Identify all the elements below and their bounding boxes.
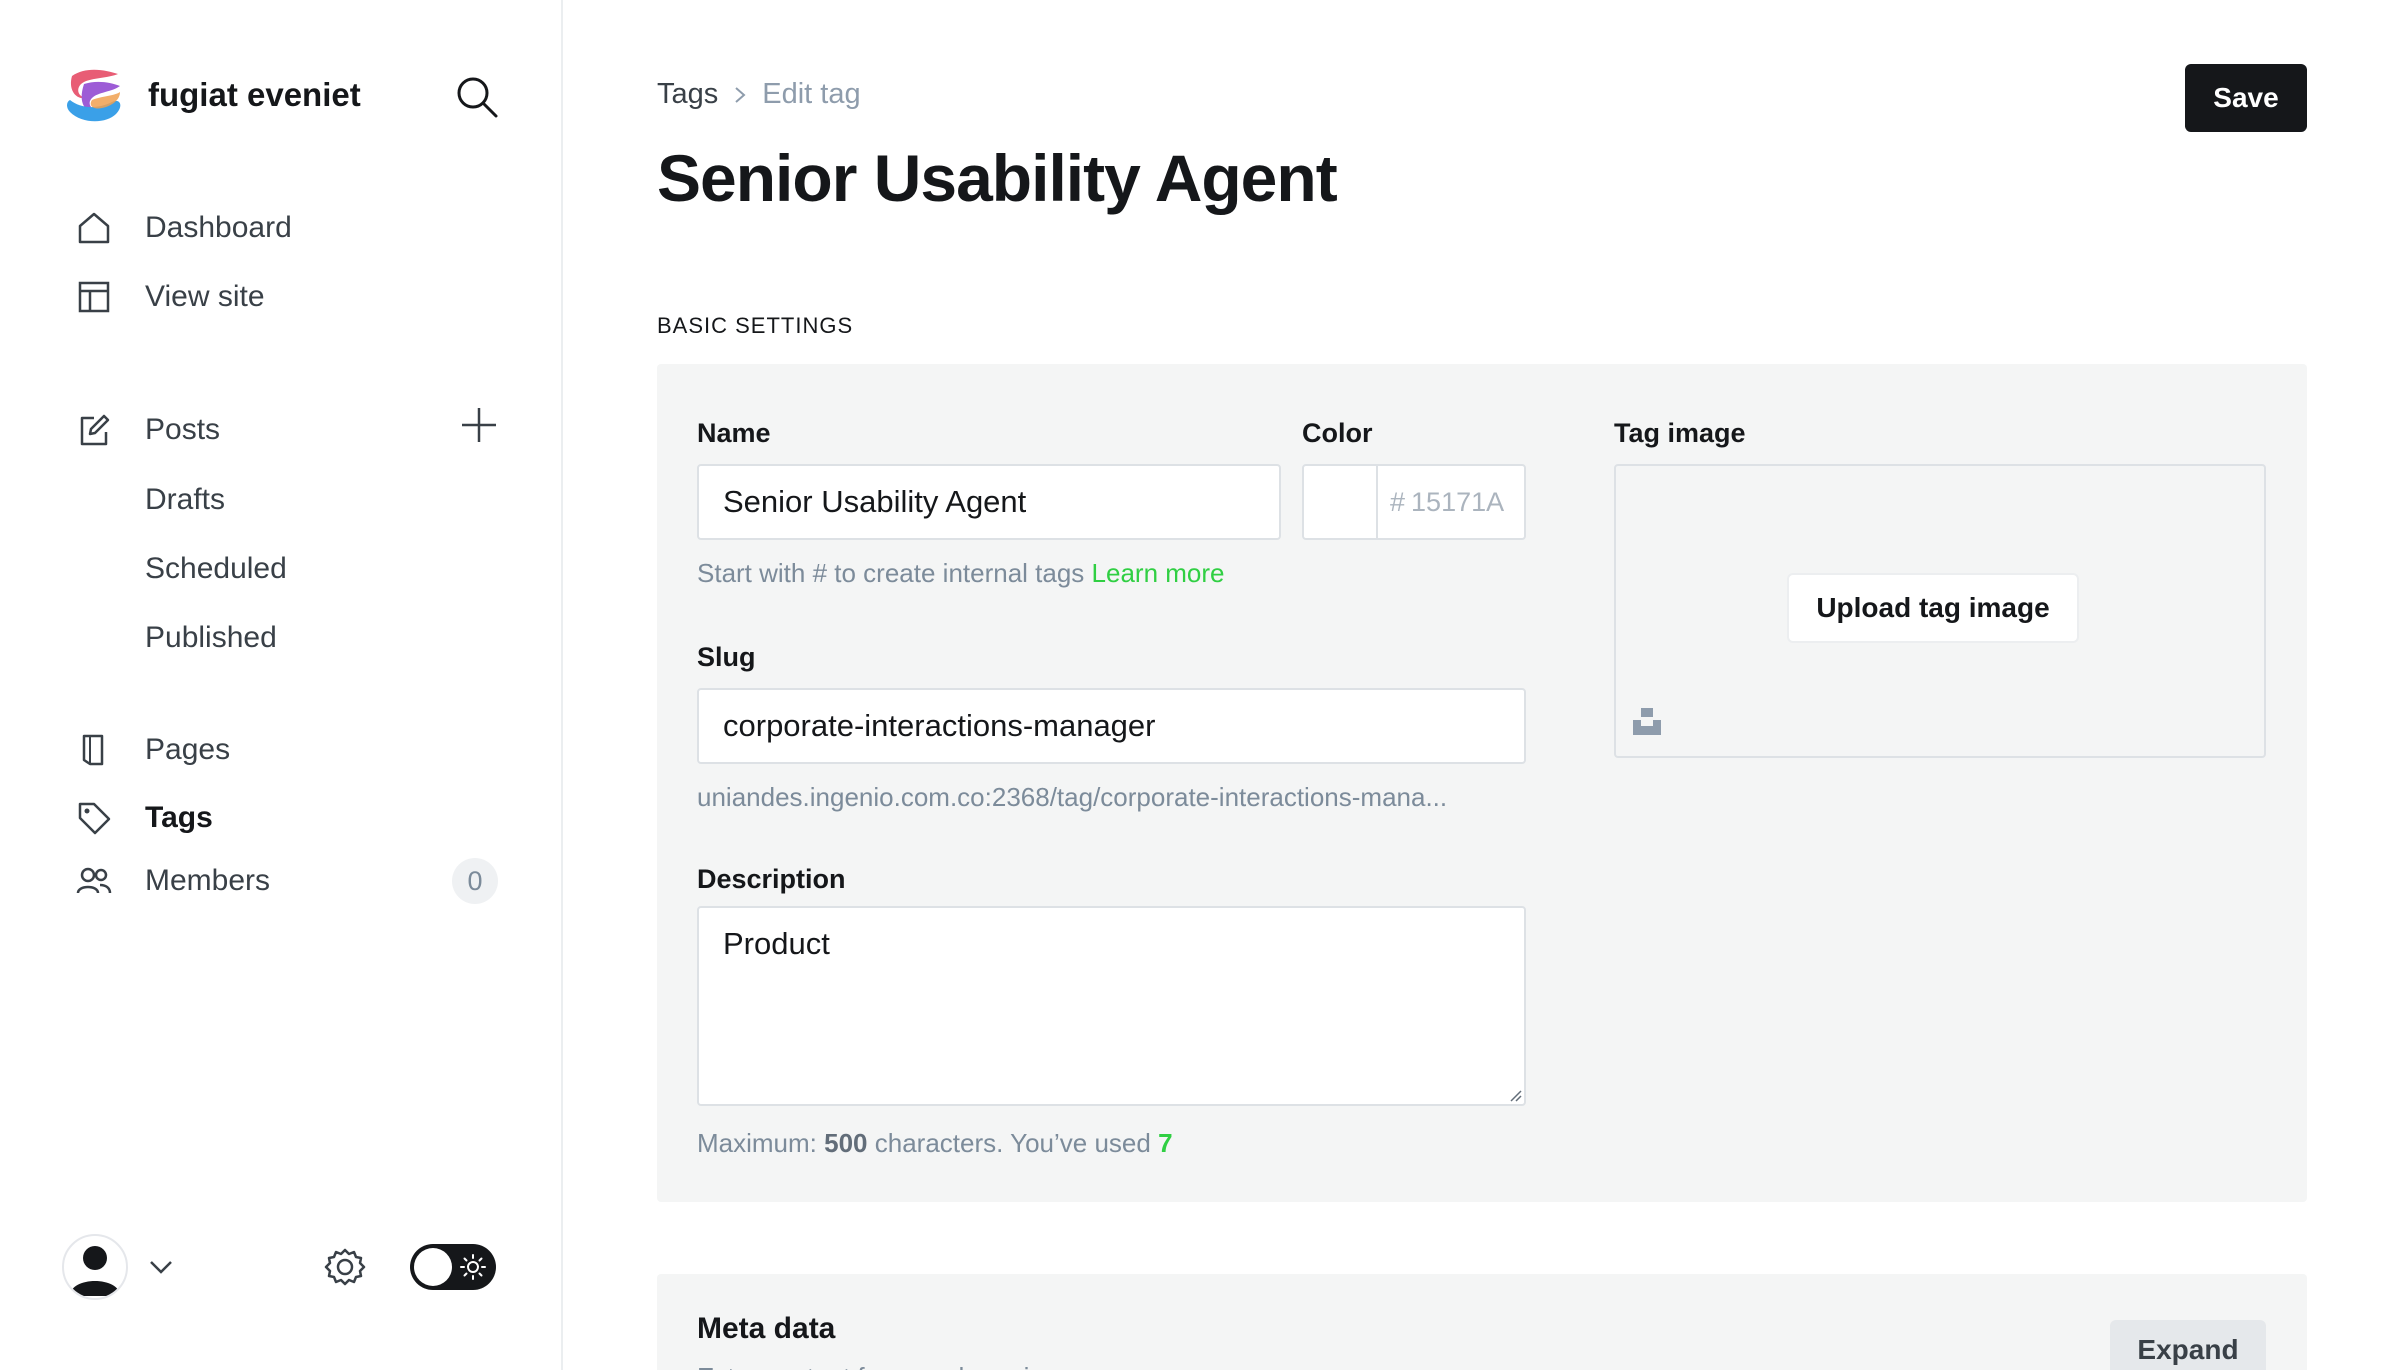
sun-icon (460, 1254, 486, 1280)
gear-icon[interactable] (322, 1244, 368, 1290)
slug-input[interactable]: corporate-interactions-manager (697, 688, 1526, 764)
color-label: Color (1302, 418, 1373, 448)
description-hint: Maximum: 500 characters. You’ve used 7 (697, 1128, 1173, 1159)
color-swatch[interactable] (1304, 466, 1378, 538)
name-hint: Start with # to create internal tags Lea… (697, 558, 1225, 589)
sidebar-item-label: Dashboard (145, 211, 292, 244)
meta-data-subtitle: Extra content for search engines (697, 1362, 1071, 1370)
user-avatar-icon (70, 1246, 120, 1296)
search-icon[interactable] (454, 74, 500, 120)
name-label: Name (697, 418, 771, 448)
sidebar-item-posts[interactable]: Posts (75, 402, 515, 458)
section-label-basic-settings: BASIC SETTINGS (657, 313, 854, 338)
color-field: # 15171A (1302, 464, 1526, 540)
unsplash-icon[interactable] (1632, 706, 1662, 736)
description-used-count: 7 (1158, 1128, 1173, 1158)
tag-image-label: Tag image (1614, 418, 1746, 448)
sidebar-item-label: Posts (145, 413, 221, 446)
hex-prefix: # (1390, 486, 1406, 517)
avatar[interactable] (62, 1234, 128, 1300)
sidebar-item-label: View site (145, 280, 265, 313)
chevron-right-icon (735, 86, 746, 103)
toggle-knob (414, 1248, 452, 1286)
brand[interactable]: fugiat eveniet (62, 62, 361, 128)
sidebar-item-dashboard[interactable]: Dashboard (75, 200, 515, 256)
sidebar-item-members[interactable]: Members (75, 853, 515, 909)
main-content: Tags Edit tag Senior Usability Agent Sav… (565, 0, 2400, 1370)
description-textarea[interactable]: Product (697, 906, 1526, 1106)
hex-placeholder: 15171A (1411, 486, 1505, 517)
save-button[interactable]: Save (2185, 64, 2307, 132)
sidebar-item-label: Pages (145, 733, 231, 766)
slug-label: Slug (697, 642, 756, 672)
basic-settings-panel: Name Senior Usability Agent Start with #… (657, 364, 2307, 1202)
new-post-plus-icon[interactable] (460, 406, 498, 444)
learn-more-link[interactable]: Learn more (1092, 558, 1225, 588)
description-label: Description (697, 864, 846, 894)
name-input[interactable]: Senior Usability Agent (697, 464, 1281, 540)
members-icon (75, 862, 113, 900)
breadcrumb-current: Edit tag (762, 78, 861, 110)
description-value: Product (723, 926, 830, 961)
layout-icon (75, 278, 113, 316)
sidebar-item-pages[interactable]: Pages (75, 722, 515, 778)
page-title: Senior Usability Agent (657, 141, 1338, 215)
edit-icon (75, 411, 113, 449)
site-logo-icon (67, 69, 121, 122)
members-count-badge: 0 (452, 858, 498, 904)
sidebar-item-tags[interactable]: Tags (75, 790, 515, 846)
upload-tag-image-button[interactable]: Upload tag image (1787, 573, 2079, 643)
home-icon (75, 209, 113, 247)
sidebar-item-view-site[interactable]: View site (75, 269, 515, 325)
breadcrumb-tags-link[interactable]: Tags (657, 78, 718, 111)
slug-url-preview: uniandes.ingenio.com.co:2368/tag/corpora… (697, 782, 1448, 812)
tag-icon (75, 799, 113, 837)
chevron-down-icon[interactable] (146, 1254, 176, 1280)
meta-data-title: Meta data (697, 1312, 836, 1345)
name-hint-text: Start with # to create internal tags (697, 558, 1085, 588)
resize-grip-icon[interactable] (1506, 1086, 1522, 1102)
meta-data-panel: Meta data Extra content for search engin… (657, 1274, 2307, 1370)
breadcrumb: Tags Edit tag (657, 78, 861, 111)
description-hint-prefix: Maximum: (697, 1128, 817, 1158)
sidebar-item-drafts[interactable]: Drafts (145, 475, 225, 525)
expand-button[interactable]: Expand (2110, 1320, 2266, 1370)
sidebar-item-scheduled[interactable]: Scheduled (145, 544, 287, 594)
sidebar-item-published[interactable]: Published (145, 613, 277, 663)
description-hint-mid: characters. You’ve used (874, 1128, 1151, 1158)
page-icon (75, 731, 113, 769)
color-hex-input[interactable]: # 15171A (1378, 466, 1524, 538)
theme-toggle[interactable] (410, 1244, 496, 1290)
site-name: fugiat eveniet (148, 76, 361, 113)
description-max: 500 (824, 1128, 868, 1158)
sidebar: fugiat eveniet Dashboard View site Posts… (0, 0, 563, 1370)
sidebar-item-label: Members (145, 864, 271, 897)
sidebar-item-label: Tags (145, 801, 213, 834)
